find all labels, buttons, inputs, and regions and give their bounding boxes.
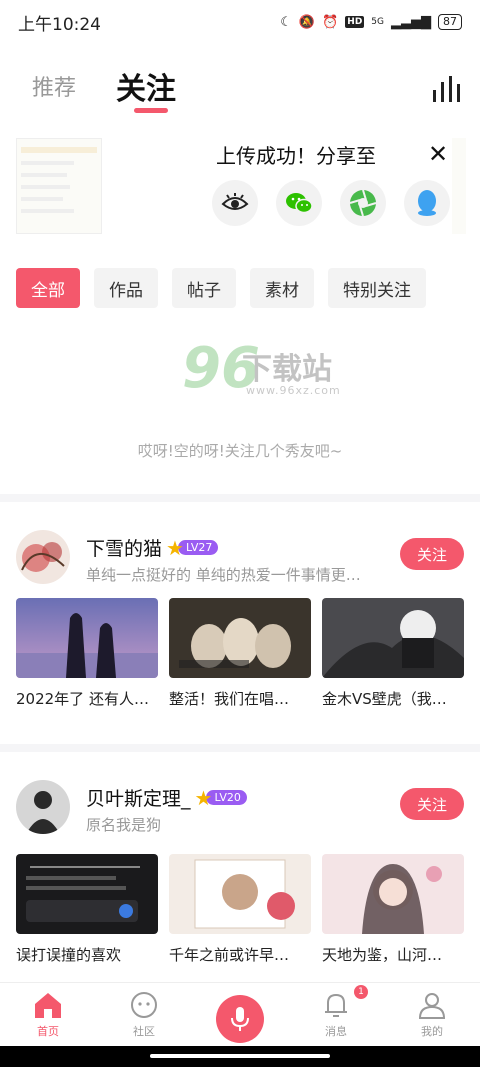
work-thumbnail bbox=[169, 598, 311, 678]
filter-materials[interactable]: 素材 bbox=[250, 268, 314, 308]
level-badge: ★ LV27 bbox=[166, 535, 219, 560]
watermark-text: 下载站 bbox=[242, 352, 332, 387]
watermark-url: www.96xz.com bbox=[246, 384, 341, 397]
nav-messages-label: 消息 bbox=[325, 1025, 347, 1038]
level-label: LV27 bbox=[177, 540, 219, 555]
nav-community-label: 社区 bbox=[133, 1025, 155, 1038]
work-item[interactable]: 天地为鉴，山河… bbox=[322, 854, 464, 965]
share-qq-button[interactable] bbox=[404, 180, 450, 226]
microphone-icon bbox=[231, 1007, 249, 1031]
hd-icon: HD bbox=[345, 16, 365, 28]
work-thumbnail bbox=[169, 854, 311, 934]
home-indicator[interactable] bbox=[150, 1054, 330, 1058]
tab-recommend[interactable]: 推荐 bbox=[32, 70, 76, 102]
user-signature: 单纯一点挺好的 单纯的热爱一件事情更… bbox=[86, 566, 361, 584]
work-thumbnail bbox=[322, 598, 464, 678]
work-item[interactable]: 金木VS壁虎（我… bbox=[322, 598, 464, 709]
work-item[interactable]: 误打误撞的喜欢 bbox=[16, 854, 158, 965]
nav-messages[interactable]: 1 消息 bbox=[288, 983, 384, 1046]
level-badge: ★ LV20 bbox=[195, 786, 247, 810]
filter-all[interactable]: 全部 bbox=[16, 268, 80, 308]
share-targets bbox=[212, 180, 450, 226]
messages-badge: 1 bbox=[354, 985, 368, 999]
avatar[interactable] bbox=[16, 530, 70, 584]
bell-icon bbox=[325, 993, 347, 1017]
work-title: 天地为鉴，山河… bbox=[322, 946, 443, 964]
star-icon: ★ bbox=[166, 535, 184, 560]
filter-row: 全部 作品 帖子 素材 特别关注 bbox=[16, 268, 426, 308]
person-icon bbox=[418, 993, 446, 1019]
site-watermark: 96 下载站 www.96xz.com bbox=[182, 336, 340, 401]
nav-mine-label: 我的 bbox=[421, 1025, 443, 1038]
avatar[interactable] bbox=[16, 780, 70, 834]
ranking-chart-icon[interactable] bbox=[430, 72, 464, 102]
work-item[interactable]: 千年之前或许早… bbox=[169, 854, 311, 965]
work-thumbnail bbox=[322, 854, 464, 934]
signal-icon: ▂▃▅▇ bbox=[391, 14, 431, 30]
nav-record[interactable] bbox=[192, 983, 288, 1046]
bottom-nav: 首页 社区 1 消息 我的 bbox=[0, 982, 480, 1046]
uploaded-thumbnail bbox=[16, 138, 102, 234]
username[interactable]: 贝叶斯定理_ bbox=[86, 784, 191, 811]
star-icon: ★ bbox=[194, 785, 213, 810]
section-divider bbox=[0, 494, 480, 502]
close-icon[interactable]: ✕ bbox=[428, 142, 448, 166]
network-label: 5G bbox=[371, 17, 384, 27]
filter-posts[interactable]: 帖子 bbox=[172, 268, 236, 308]
nav-mine[interactable]: 我的 bbox=[384, 983, 480, 1046]
status-bar: 上午10:24 ☾ 🔕 ⏰ HD 5G ▂▃▅▇ 87 bbox=[0, 0, 480, 44]
qq-icon bbox=[418, 190, 436, 216]
moments-icon bbox=[349, 189, 377, 217]
home-icon bbox=[35, 993, 61, 1018]
level-label: LV20 bbox=[206, 790, 247, 805]
work-title: 2022年了 还有人… bbox=[16, 690, 149, 708]
user-signature: 原名我是狗 bbox=[86, 816, 162, 834]
thumbnail-edge bbox=[452, 138, 466, 234]
system-home-bar bbox=[0, 1046, 480, 1067]
eye-icon bbox=[221, 193, 249, 210]
moon-icon: ☾ bbox=[280, 14, 292, 30]
nav-community[interactable]: 社区 bbox=[96, 983, 192, 1046]
active-tab-indicator bbox=[134, 108, 168, 113]
works-row: 2022年了 还有人… 整活！我们在唱… 金木VS壁虎（我… bbox=[16, 598, 464, 709]
work-title: 金木VS壁虎（我… bbox=[322, 690, 447, 708]
work-title: 千年之前或许早… bbox=[169, 946, 290, 964]
empty-message: 哎呀!空的呀!关注几个秀友吧~ bbox=[137, 442, 343, 460]
share-moments-button[interactable] bbox=[340, 180, 386, 226]
work-item[interactable]: 整活！我们在唱… bbox=[169, 598, 311, 709]
upload-success-title: 上传成功！分享至 bbox=[216, 144, 376, 168]
filter-special-follow[interactable]: 特别关注 bbox=[328, 268, 426, 308]
nav-home[interactable]: 首页 bbox=[0, 983, 96, 1046]
work-title: 误打误撞的喜欢 bbox=[16, 946, 122, 964]
empty-state: 96 下载站 www.96xz.com 哎呀!空的呀!关注几个秀友吧~ bbox=[0, 330, 480, 490]
alarm-icon: ⏰ bbox=[322, 14, 339, 30]
share-wechat-button[interactable] bbox=[276, 180, 322, 226]
share-weibo-button[interactable] bbox=[212, 180, 258, 226]
follow-button[interactable]: 关注 bbox=[400, 538, 464, 570]
username[interactable]: 下雪的猫 bbox=[86, 534, 162, 561]
record-button[interactable] bbox=[216, 995, 264, 1043]
username-row: 下雪的猫 ★ LV27 bbox=[86, 534, 219, 561]
username-row: 贝叶斯定理_ ★ LV20 bbox=[86, 784, 247, 811]
nav-home-label: 首页 bbox=[37, 1025, 59, 1038]
tab-following[interactable]: 关注 bbox=[116, 64, 176, 108]
status-time: 上午10:24 bbox=[18, 14, 101, 35]
work-thumbnail bbox=[16, 854, 158, 934]
mute-icon: 🔕 bbox=[298, 14, 316, 30]
section-divider bbox=[0, 744, 480, 752]
works-row: 误打误撞的喜欢 千年之前或许早… 天地为鉴，山河… bbox=[16, 854, 464, 965]
wechat-icon bbox=[286, 193, 313, 214]
filter-works[interactable]: 作品 bbox=[94, 268, 158, 308]
top-tabs: 推荐 关注 bbox=[0, 60, 480, 120]
chat-bubble-icon bbox=[131, 992, 157, 1018]
status-icons: ☾ 🔕 ⏰ HD 5G ▂▃▅▇ 87 bbox=[280, 14, 462, 30]
work-thumbnail bbox=[16, 598, 158, 678]
work-item[interactable]: 2022年了 还有人… bbox=[16, 598, 158, 709]
share-panel: 上传成功！分享至 ✕ bbox=[0, 138, 480, 238]
follow-button[interactable]: 关注 bbox=[400, 788, 464, 820]
work-title: 整活！我们在唱… bbox=[169, 690, 290, 708]
battery-level: 87 bbox=[438, 14, 462, 30]
